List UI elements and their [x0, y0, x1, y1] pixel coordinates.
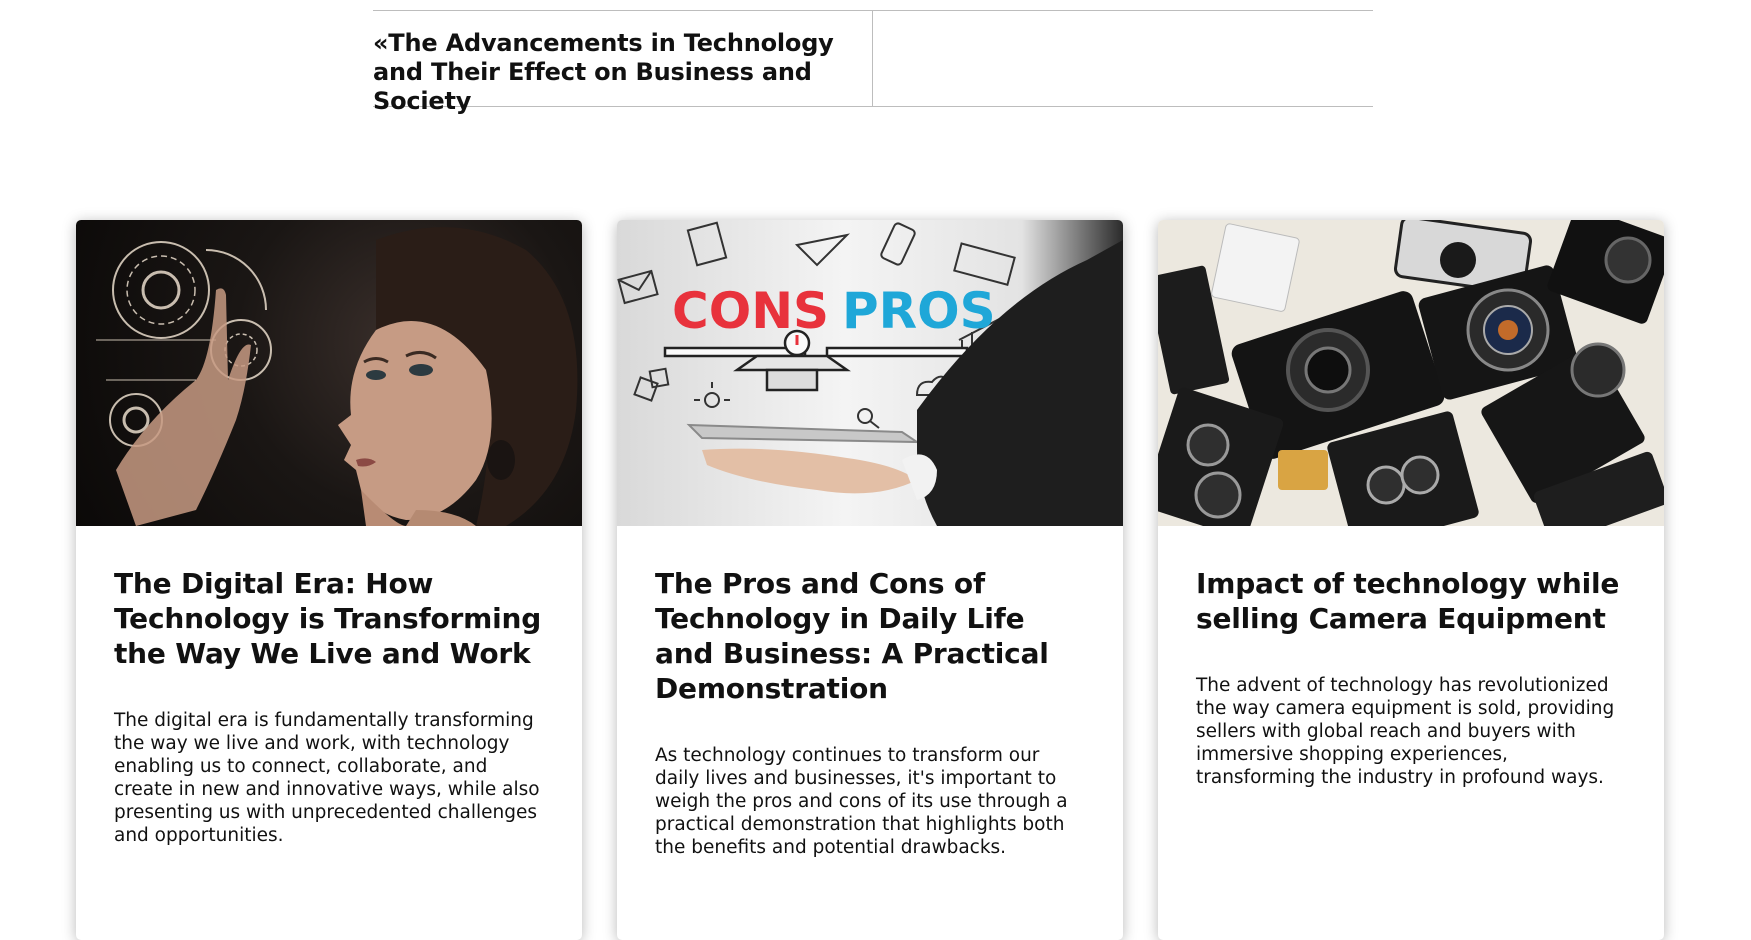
post-card-body: The Pros and Cons of Technology in Daily… [617, 526, 1123, 859]
post-card-title[interactable]: The Digital Era: How Technology is Trans… [114, 566, 544, 671]
pros-cons-scale-image: CONS PROS [617, 221, 1123, 526]
post-card-title[interactable]: The Pros and Cons of Technology in Daily… [655, 566, 1085, 706]
camera-flatlay-image [1158, 220, 1664, 526]
post-card-excerpt: The advent of technology has revolutioni… [1196, 675, 1615, 788]
pros-label: PROS [842, 282, 996, 340]
post-card[interactable]: Impact of technology while selling Camer… [1158, 220, 1664, 940]
post-card-thumbnail-pros-cons[interactable]: CONS PROS [617, 220, 1123, 526]
post-card-thumbnail-digital-era[interactable] [76, 220, 582, 526]
previous-post-link[interactable]: «The Advancements in Technology and Thei… [373, 11, 873, 115]
post-card-body: The Digital Era: How Technology is Trans… [76, 526, 582, 847]
cons-label: CONS [672, 282, 829, 340]
post-card[interactable]: The Digital Era: How Technology is Trans… [76, 220, 582, 940]
next-post-slot [873, 11, 1373, 106]
post-card-body: Impact of technology while selling Camer… [1158, 526, 1664, 789]
post-card-excerpt: The digital era is fundamentally transfo… [114, 710, 540, 846]
related-posts-grid: The Digital Era: How Technology is Trans… [76, 220, 1666, 940]
post-card-title[interactable]: Impact of technology while selling Camer… [1196, 566, 1626, 636]
post-card-thumbnail-cameras[interactable] [1158, 220, 1664, 526]
post-card[interactable]: CONS PROS The Pros and Cons of Technolog… [617, 220, 1123, 940]
woman-hologram-image [96, 227, 578, 526]
previous-post-title[interactable]: «The Advancements in Technology and Thei… [373, 29, 852, 116]
post-navigation: «The Advancements in Technology and Thei… [373, 10, 1373, 115]
post-card-excerpt: As technology continues to transform our… [655, 745, 1068, 858]
